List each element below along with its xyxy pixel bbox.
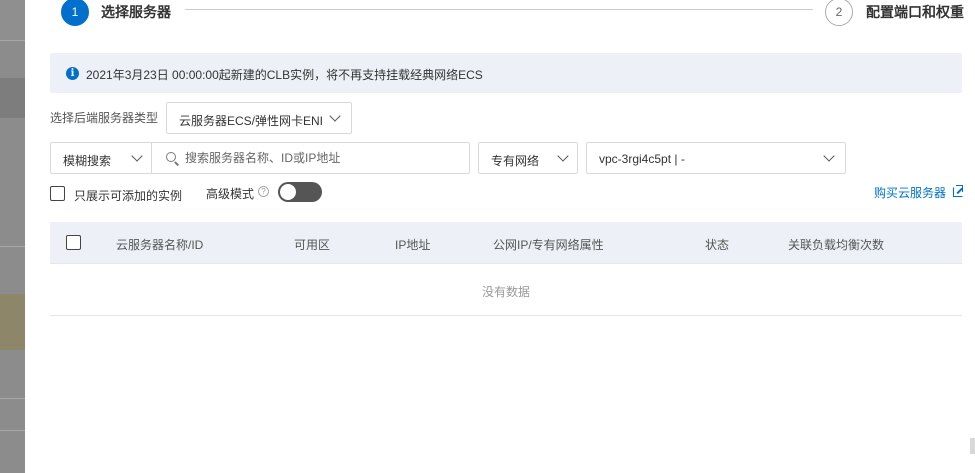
chevron-down-icon bbox=[557, 150, 569, 162]
step-2-circle: 2 bbox=[825, 0, 853, 26]
search-mode-value: 模糊搜索 bbox=[63, 154, 112, 168]
backdrop-band bbox=[0, 294, 25, 350]
advanced-mode-label: 高级模式 bbox=[206, 187, 255, 201]
only-addable-checkbox[interactable] bbox=[50, 186, 65, 201]
only-addable-label[interactable]: 只展示可添加的实例 bbox=[74, 187, 182, 204]
scrollbar-stub bbox=[970, 438, 975, 454]
search-mode-select[interactable]: 模糊搜索 bbox=[51, 143, 152, 173]
notice-text: 2021年3月23日 00:00:00起新建的CLB实例，将不再支持挂载经典网络… bbox=[86, 68, 483, 82]
column-header: 云服务器名称/ID bbox=[116, 238, 204, 252]
toggle-knob bbox=[280, 184, 296, 200]
network-type-value: 专有网络 bbox=[491, 154, 540, 168]
chevron-down-icon bbox=[329, 110, 341, 122]
column-header: 可用区 bbox=[294, 238, 331, 252]
step-1-label: 选择服务器 bbox=[101, 4, 171, 20]
external-link-icon[interactable] bbox=[953, 185, 963, 197]
chevron-down-icon bbox=[823, 150, 835, 162]
column-header: IP地址 bbox=[395, 238, 431, 252]
select-all-checkbox[interactable] bbox=[66, 235, 81, 250]
column-header: 状态 bbox=[705, 238, 730, 252]
step-indicator: 1 选择服务器 2 配置端口和权重 bbox=[61, 0, 975, 26]
column-header: 关联负载均衡次数 bbox=[788, 238, 885, 252]
buy-server-link[interactable]: 购买云服务器 bbox=[874, 184, 946, 201]
server-type-select[interactable]: 云服务器ECS/弹性网卡ENI bbox=[166, 102, 352, 134]
search-group: 模糊搜索 bbox=[50, 142, 470, 174]
network-type-select[interactable]: 专有网络 bbox=[478, 142, 578, 174]
notice-banner: i 2021年3月23日 00:00:00起新建的CLB实例，将不再支持挂载经典… bbox=[50, 53, 962, 93]
vpc-value: vpc-3rgi4c5pt | - bbox=[599, 152, 685, 166]
table-empty-row: 没有数据 bbox=[50, 264, 962, 316]
info-icon: i bbox=[66, 67, 79, 80]
table-header: 云服务器名称/ID 可用区 IP地址 公网IP/专有网络属性 状态 关联负载均衡… bbox=[50, 222, 962, 264]
search-input[interactable] bbox=[185, 147, 465, 169]
step-2-label: 配置端口和权重 bbox=[866, 4, 964, 20]
search-icon bbox=[166, 152, 176, 162]
backdrop-band bbox=[0, 78, 25, 118]
add-server-drawer: 1 选择服务器 2 配置端口和权重 i 2021年3月23日 00:00:00起… bbox=[25, 0, 975, 473]
backdrop-divider bbox=[0, 398, 25, 399]
empty-text: 没有数据 bbox=[481, 285, 530, 299]
backdrop-divider bbox=[0, 246, 25, 247]
backdrop-band bbox=[0, 0, 25, 40]
server-type-value: 云服务器ECS/弹性网卡ENI bbox=[179, 114, 324, 128]
page-backdrop bbox=[0, 0, 25, 473]
backdrop-divider bbox=[0, 430, 25, 431]
backdrop-divider bbox=[0, 40, 25, 41]
chevron-down-icon bbox=[131, 150, 143, 162]
advanced-mode-toggle[interactable] bbox=[278, 182, 322, 202]
step-connector bbox=[185, 9, 813, 10]
step-1-circle: 1 bbox=[61, 0, 89, 26]
server-type-label: 选择后端服务器类型 bbox=[50, 111, 159, 125]
help-icon[interactable]: ? bbox=[258, 186, 269, 197]
vpc-select[interactable]: vpc-3rgi4c5pt | - bbox=[586, 142, 846, 174]
column-header: 公网IP/专有网络属性 bbox=[493, 238, 604, 252]
